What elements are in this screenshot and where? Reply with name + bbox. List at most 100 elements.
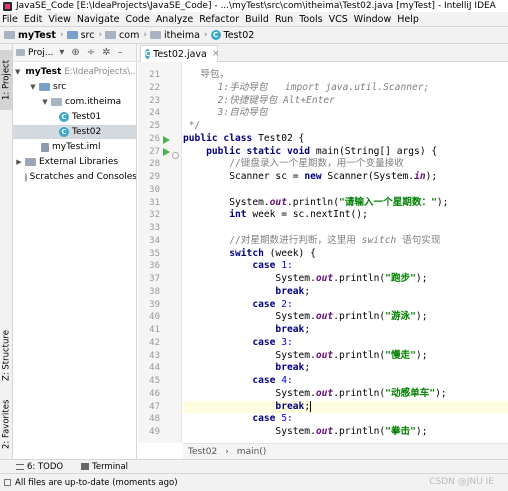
menu-edit[interactable]: Edit xyxy=(24,14,42,25)
expand-arrow-icon[interactable]: ▼ xyxy=(15,68,20,76)
class-icon: C xyxy=(210,30,221,40)
menu-window[interactable]: Window xyxy=(354,14,391,25)
code-line: Scanner sc = new Scanner(System.in); xyxy=(229,171,438,182)
code-crumb-class[interactable]: Test02 xyxy=(188,447,217,457)
line-number: 35 xyxy=(149,248,160,259)
source-folder-icon xyxy=(66,31,78,39)
class-icon: C xyxy=(59,127,69,137)
chevron-right-icon: › xyxy=(225,446,229,457)
line-number: 24 xyxy=(149,108,160,119)
chevron-down-icon[interactable]: ▾ xyxy=(59,47,64,58)
project-panel: Proj... ▾ ⊕ ÷ ✲ – ▼ myTest E:\IdeaProjec… xyxy=(13,44,137,459)
package-folder-icon xyxy=(149,31,161,39)
tree-item-com-itheima[interactable]: ▼ com.itheima xyxy=(13,95,136,109)
tree-item-test02[interactable]: C Test02 xyxy=(13,125,136,139)
code-line: break; xyxy=(275,285,311,297)
chevron-right-icon: › xyxy=(143,30,147,40)
locate-icon[interactable]: ⊕ xyxy=(71,47,79,58)
menu-view[interactable]: View xyxy=(48,14,71,25)
title-bar: JavaSE_Code [E:\IdeaProjects\JavaSE_Code… xyxy=(0,0,508,12)
collapse-icon[interactable]: ÷ xyxy=(87,47,95,58)
line-number: 45 xyxy=(149,376,160,386)
code-crumb-method[interactable]: main() xyxy=(237,447,267,457)
editor-tab-bar: C Test02.java × xyxy=(138,44,508,62)
code-line: int week = sc.nextInt(); xyxy=(229,209,368,221)
code-breadcrumb: Test02 › main() xyxy=(183,443,508,459)
menu-vcs[interactable]: VCS xyxy=(329,14,348,25)
tree-item-mytest-iml[interactable]: myTest.iml xyxy=(13,140,136,154)
menu-file[interactable]: File xyxy=(2,14,18,25)
code-line: case 1: xyxy=(252,260,293,272)
breadcrumb-item-com[interactable]: com xyxy=(105,30,139,41)
status-message: All files are up-to-date (moments ago) xyxy=(15,477,178,488)
gear-icon[interactable]: ✲ xyxy=(102,47,110,58)
run-class-icon[interactable] xyxy=(163,135,170,144)
tree-item-scratches[interactable]: Scratches and Consoles xyxy=(13,170,136,184)
tree-item-external-libraries[interactable]: ▶ External Libraries xyxy=(13,155,136,169)
hide-icon[interactable]: – xyxy=(118,47,123,58)
code-editor[interactable]: 导包， 1:手动导包 import java.util.Scanner; 2:快… xyxy=(183,62,508,443)
package-folder-icon xyxy=(105,31,117,39)
fold-marker-icon[interactable] xyxy=(172,152,179,159)
breadcrumb-item-itheima[interactable]: itheima xyxy=(149,30,200,41)
code-line: case 5: xyxy=(252,413,293,425)
line-number: 33 xyxy=(149,223,160,233)
editor-gutter: 21 22 23 24 25 26 27 28 29 30 31 32 33 3… xyxy=(138,62,182,443)
line-number: 39 xyxy=(149,299,160,310)
menu-build[interactable]: Build xyxy=(245,14,269,25)
line-number: 26 xyxy=(149,133,160,144)
line-number: 42 xyxy=(149,337,160,348)
current-code-line: break; xyxy=(183,400,508,414)
scratches-icon xyxy=(25,172,27,182)
todo-icon xyxy=(16,463,24,470)
tree-item-src[interactable]: ▼ src xyxy=(13,80,136,94)
code-line: break; xyxy=(275,362,311,374)
code-line: //键盘录入一个星期数，用一个变量接收 xyxy=(229,158,404,170)
tree-item-test01[interactable]: C Test01 xyxy=(13,110,136,124)
line-number: 21 xyxy=(149,70,160,80)
close-icon[interactable]: × xyxy=(212,49,220,59)
window-title: JavaSE_Code [E:\IdeaProjects\JavaSE_Code… xyxy=(16,1,496,11)
code-line: public class Test02 { xyxy=(183,132,305,144)
menu-refactor[interactable]: Refactor xyxy=(199,14,239,25)
expand-arrow-icon[interactable]: ▼ xyxy=(29,83,37,91)
line-number: 44 xyxy=(149,363,160,374)
code-line: */ xyxy=(188,120,201,131)
code-line: public static void main(String[] args) { xyxy=(206,145,438,157)
project-view-selector[interactable]: Proj... xyxy=(28,48,53,58)
menu-help[interactable]: Help xyxy=(397,14,419,25)
tool-windows-icon[interactable] xyxy=(4,479,11,486)
menu-tools[interactable]: Tools xyxy=(299,14,322,25)
terminal-icon xyxy=(81,463,90,470)
line-number: 37 xyxy=(149,274,160,284)
bottom-tool-bar: 6: TODO Terminal xyxy=(0,459,508,473)
line-number: 23 xyxy=(149,95,160,106)
todo-tool-button[interactable]: 6: TODO xyxy=(16,462,63,472)
tab-test02-java[interactable]: C Test02.java × xyxy=(140,45,220,62)
breadcrumb-item-test02[interactable]: C Test02 xyxy=(210,30,254,41)
menu-run[interactable]: Run xyxy=(275,14,293,25)
menu-navigate[interactable]: Navigate xyxy=(77,14,120,25)
code-line: System.out.println("慢走"); xyxy=(275,349,428,361)
run-main-icon[interactable] xyxy=(163,148,170,157)
menu-analyze[interactable]: Analyze xyxy=(156,14,193,25)
expand-arrow-icon[interactable]: ▼ xyxy=(41,98,49,106)
tree-item-mytest[interactable]: ▼ myTest E:\IdeaProjects\... xyxy=(13,65,136,79)
chevron-right-icon: › xyxy=(98,30,103,40)
intellij-app-icon xyxy=(3,1,12,11)
tab-project[interactable]: 1: Project xyxy=(0,50,13,110)
project-view-icon xyxy=(16,49,25,56)
breadcrumb-item-src[interactable]: src xyxy=(66,30,94,41)
expand-arrow-icon[interactable]: ▶ xyxy=(15,158,23,166)
breadcrumb-item-mytest[interactable]: myTest xyxy=(4,30,56,41)
code-line: case 3: xyxy=(252,336,293,348)
terminal-tool-button[interactable]: Terminal xyxy=(81,462,128,472)
tab-favorites[interactable]: 2: Favorites xyxy=(0,394,13,454)
tab-structure[interactable]: Z: Structure xyxy=(0,326,13,386)
line-number: 46 xyxy=(149,388,160,399)
menu-code[interactable]: Code xyxy=(125,14,149,25)
code-line: case 2: xyxy=(252,298,293,310)
class-icon: C xyxy=(59,112,69,122)
